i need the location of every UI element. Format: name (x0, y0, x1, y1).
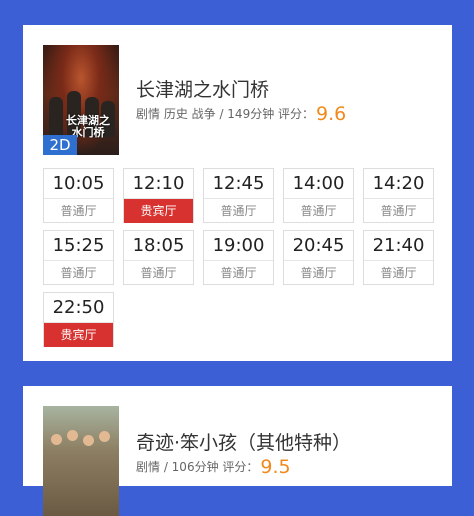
movie-meta-text: 剧情 历史 战争 / 149分钟 评分： (136, 107, 315, 121)
hall-label: 普通厅 (220, 266, 257, 280)
showtime-slot[interactable]: 19:00 普通厅 (203, 230, 274, 285)
showtime-slot[interactable]: 14:20 普通厅 (363, 168, 434, 223)
showtime-time: 12:10 (124, 169, 193, 199)
hall-label: 普通厅 (140, 266, 177, 280)
showtime-time: 21:40 (364, 231, 433, 261)
movie-meta: 剧情 / 106分钟 评分： 9.5 (136, 456, 291, 478)
hall-label: 普通厅 (380, 266, 417, 280)
poster-figure (51, 434, 62, 445)
movie-poster[interactable]: 长津湖之水门桥 2D (43, 45, 119, 155)
hall-label-vip: 贵宾厅 (124, 199, 193, 223)
showtime-slot[interactable]: 18:05 普通厅 (123, 230, 194, 285)
showtime-time: 20:45 (284, 231, 353, 261)
poster-figure (83, 435, 94, 446)
showtime-time: 12:45 (204, 169, 273, 199)
hall-label: 普通厅 (380, 204, 417, 218)
showtime-slot[interactable]: 22:50 贵宾厅 (43, 292, 114, 347)
movie-score: 9.5 (260, 456, 291, 478)
movie-poster[interactable] (43, 406, 119, 516)
movie-title[interactable]: 长津湖之水门桥 (136, 75, 269, 102)
showtime-time: 18:05 (124, 231, 193, 261)
movie-score: 9.6 (316, 103, 347, 125)
showtime-time: 15:25 (44, 231, 113, 261)
movie-meta: 剧情 历史 战争 / 149分钟 评分： 9.6 (136, 103, 346, 125)
showtime-slot[interactable]: 20:45 普通厅 (283, 230, 354, 285)
showtime-time: 14:20 (364, 169, 433, 199)
hall-label: 普通厅 (60, 204, 97, 218)
format-badge: 2D (43, 135, 77, 155)
poster-figure (67, 430, 78, 441)
hall-label: 普通厅 (300, 266, 337, 280)
showtime-time: 19:00 (204, 231, 273, 261)
showtime-time: 22:50 (44, 293, 113, 323)
movie-card: 奇迹·笨小孩（其他特种） 剧情 / 106分钟 评分： 9.5 (23, 386, 452, 516)
hall-label: 普通厅 (300, 204, 337, 218)
movie-meta-text: 剧情 / 106分钟 评分： (136, 460, 259, 474)
movie-title[interactable]: 奇迹·笨小孩（其他特种） (136, 428, 351, 455)
hall-label: 普通厅 (60, 266, 97, 280)
hall-label: 普通厅 (220, 204, 257, 218)
hall-label-vip: 贵宾厅 (44, 323, 113, 347)
showtime-slot[interactable]: 21:40 普通厅 (363, 230, 434, 285)
showtime-time: 10:05 (44, 169, 113, 199)
showtime-slot[interactable]: 14:00 普通厅 (283, 168, 354, 223)
showtime-slot[interactable]: 12:10 贵宾厅 (123, 168, 194, 223)
poster-figure (99, 431, 110, 442)
showtime-time: 14:00 (284, 169, 353, 199)
movie-card: 长津湖之水门桥 2D 长津湖之水门桥 剧情 历史 战争 / 149分钟 评分： 9… (23, 25, 452, 361)
showtime-slot[interactable]: 12:45 普通厅 (203, 168, 274, 223)
showtime-slot[interactable]: 10:05 普通厅 (43, 168, 114, 223)
showtime-slot[interactable]: 15:25 普通厅 (43, 230, 114, 285)
